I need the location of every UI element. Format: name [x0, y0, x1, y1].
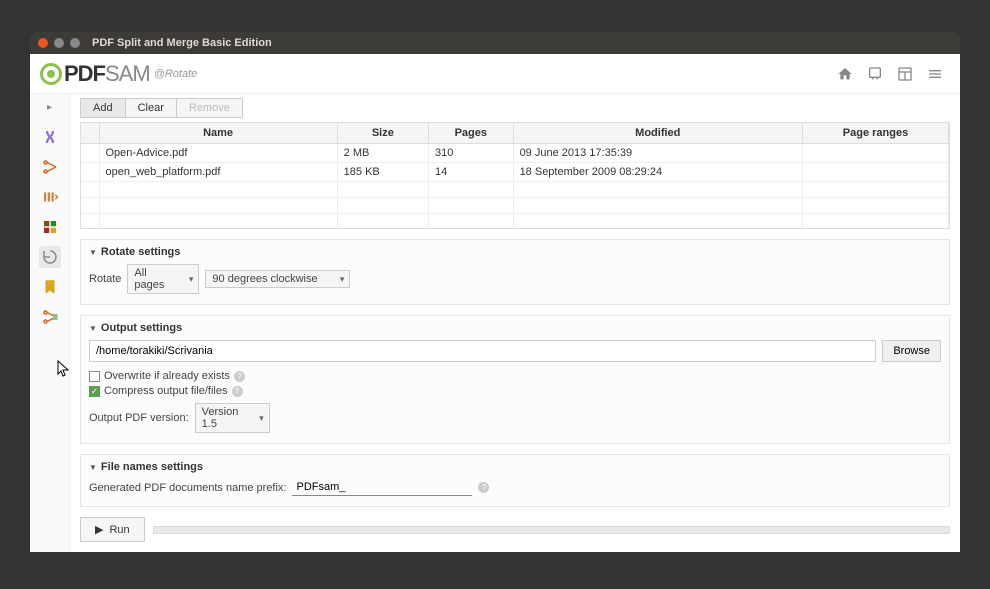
progress-bar: [153, 526, 950, 534]
remove-button: Remove: [177, 98, 243, 118]
logo-pdf: PDF: [64, 61, 105, 86]
overwrite-label: Overwrite if already exists: [104, 370, 230, 382]
cell-modified: 09 June 2013 17:35:39: [513, 144, 802, 163]
col-size[interactable]: Size: [337, 123, 428, 144]
rotate-settings-section: Rotate settings Rotate All pages 90 degr…: [80, 239, 950, 305]
prefix-input[interactable]: [292, 479, 472, 496]
table-row[interactable]: open_web_platform.pdf 185 KB 14 18 Septe…: [81, 163, 949, 182]
app-logo: PDFSAM: [40, 61, 150, 87]
sidebar-split-icon[interactable]: [39, 156, 61, 178]
close-window-button[interactable]: [38, 38, 48, 48]
minimize-window-button[interactable]: [54, 38, 64, 48]
run-label: Run: [109, 524, 129, 536]
logo-sam: SAM: [105, 61, 150, 86]
output-settings-header[interactable]: Output settings: [89, 322, 941, 334]
compress-checkbox[interactable]: ✓: [89, 386, 100, 397]
rotate-settings-header[interactable]: Rotate settings: [89, 246, 941, 258]
sidebar-expand-button[interactable]: ▸: [43, 100, 57, 114]
prefix-label: Generated PDF documents name prefix:: [89, 482, 286, 494]
table-row[interactable]: Open-Advice.pdf 2 MB 310 09 June 2013 17…: [81, 144, 949, 163]
info-icon[interactable]: ?: [234, 371, 245, 382]
main-content: Add Clear Remove Name Size Pages Modifie…: [70, 94, 960, 552]
overwrite-checkbox[interactable]: [89, 371, 100, 382]
cell-size: 2 MB: [337, 144, 428, 163]
pdf-version-select[interactable]: Version 1.5: [195, 403, 270, 433]
pdf-version-label: Output PDF version:: [89, 412, 189, 424]
sidebar-merge-icon[interactable]: [39, 126, 61, 148]
cell-ranges[interactable]: [803, 163, 949, 182]
filename-settings-header[interactable]: File names settings: [89, 461, 941, 473]
app-header: PDFSAM @Rotate: [30, 54, 960, 94]
sidebar-size-split-icon[interactable]: [39, 306, 61, 328]
maximize-window-button[interactable]: [70, 38, 80, 48]
file-table: Name Size Pages Modified Page ranges Ope…: [80, 122, 950, 229]
cell-pages: 14: [429, 163, 514, 182]
add-button[interactable]: Add: [80, 98, 126, 118]
rotate-pages-select[interactable]: All pages: [127, 264, 199, 294]
sidebar-bookmark-icon[interactable]: [39, 276, 61, 298]
dashboard-icon[interactable]: [892, 61, 918, 87]
info-icon[interactable]: ?: [478, 482, 489, 493]
clear-button[interactable]: Clear: [126, 98, 177, 118]
rotate-label: Rotate: [89, 273, 121, 285]
sidebar-mix-icon[interactable]: [39, 216, 61, 238]
play-icon: ▶: [95, 523, 103, 536]
col-name[interactable]: Name: [99, 123, 337, 144]
cell-name: open_web_platform.pdf: [99, 163, 337, 182]
menu-icon[interactable]: [922, 61, 948, 87]
col-ranges[interactable]: Page ranges: [803, 123, 949, 144]
table-header-row: Name Size Pages Modified Page ranges: [81, 123, 949, 144]
filename-settings-section: File names settings Generated PDF docume…: [80, 454, 950, 507]
col-modified[interactable]: Modified: [513, 123, 802, 144]
titlebar: PDF Split and Merge Basic Edition: [30, 32, 960, 54]
sidebar: ▸: [30, 94, 70, 552]
notification-icon[interactable]: [862, 61, 888, 87]
window-title: PDF Split and Merge Basic Edition: [92, 37, 272, 49]
browse-button[interactable]: Browse: [882, 340, 941, 362]
output-path-input[interactable]: [89, 340, 876, 362]
sidebar-rotate-icon[interactable]: [39, 246, 61, 268]
col-pages[interactable]: Pages: [429, 123, 514, 144]
compress-label: Compress output file/files: [104, 385, 228, 397]
cell-size: 185 KB: [337, 163, 428, 182]
cell-modified: 18 September 2009 08:29:24: [513, 163, 802, 182]
cell-ranges[interactable]: [803, 144, 949, 163]
logo-icon: [40, 63, 62, 85]
output-settings-section: Output settings Browse Overwrite if alre…: [80, 315, 950, 444]
home-icon[interactable]: [832, 61, 858, 87]
sidebar-extract-icon[interactable]: [39, 186, 61, 208]
cell-pages: 310: [429, 144, 514, 163]
rotate-degrees-select[interactable]: 90 degrees clockwise: [205, 270, 350, 288]
col-handle: [81, 123, 99, 144]
run-button[interactable]: ▶ Run: [80, 517, 145, 542]
cell-name: Open-Advice.pdf: [99, 144, 337, 163]
info-icon[interactable]: ?: [232, 386, 243, 397]
breadcrumb: @Rotate: [154, 68, 198, 80]
